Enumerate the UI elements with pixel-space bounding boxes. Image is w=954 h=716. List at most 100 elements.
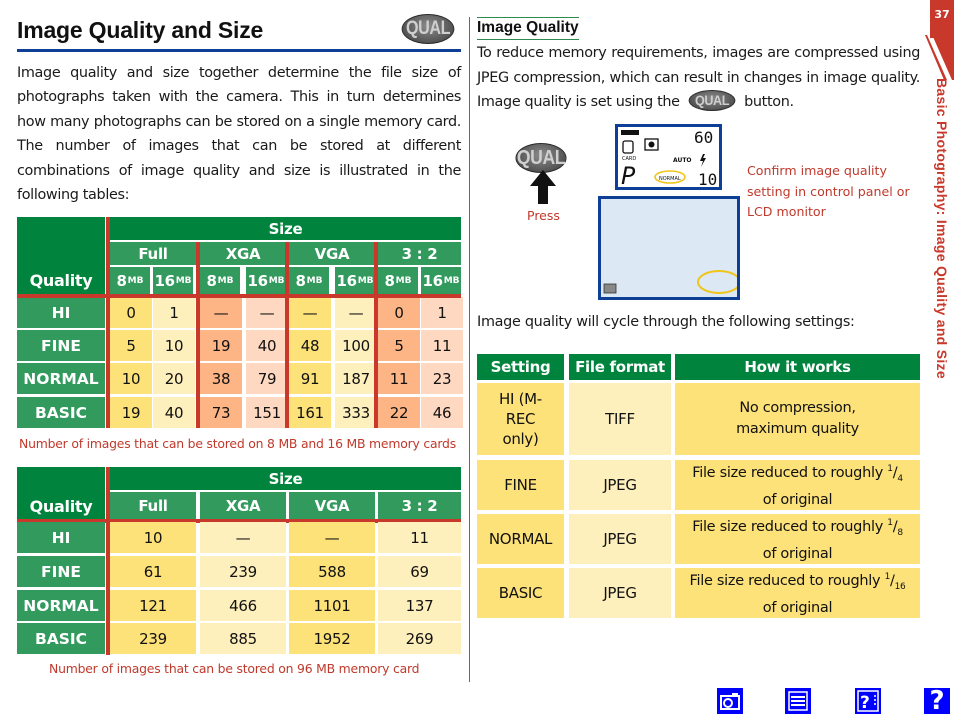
card-size-number: 16 <box>247 271 268 290</box>
table-cell: 0 <box>110 297 152 328</box>
size-header: Size <box>110 217 461 240</box>
table-cell: 588 <box>289 556 375 587</box>
exposure-mode: P <box>621 162 636 187</box>
fraction: 1/16 <box>884 572 906 592</box>
table-cell: 40 <box>246 330 288 361</box>
card-size-unit: MB <box>357 275 374 286</box>
table-cell: 20 <box>153 363 195 394</box>
flash-icon <box>700 154 706 167</box>
table-cell: 19 <box>110 397 152 428</box>
press-label: Press <box>527 208 560 223</box>
how-text: File size reduced to roughly <box>692 518 888 535</box>
card-size-header: 16 MB <box>153 267 193 294</box>
card-size-number: 16 <box>336 271 357 290</box>
how-it-works-cell: File size reduced to roughly 1/8 of origi… <box>675 514 920 564</box>
how-it-works-cell: No compression, maximum quality <box>675 383 920 455</box>
format-cell: TIFF <box>569 383 671 455</box>
table-cell: 151 <box>246 397 288 428</box>
qual-button-icon: QUAL <box>688 89 736 111</box>
quality-row-label: NORMAL <box>17 590 105 621</box>
size-group-header: VGA <box>289 492 375 519</box>
chapter-label: Basic Photography: Image Quality and Siz… <box>934 78 950 379</box>
fraction: 1/4 <box>887 464 903 484</box>
column-divider <box>106 217 110 428</box>
quality-header: Quality <box>17 492 105 520</box>
how-it-works-cell: File size reduced to roughly 1/16 of orig… <box>675 568 920 618</box>
size-group-header: 3 : 2 <box>378 242 461 265</box>
table-cell: 79 <box>246 363 288 394</box>
arrow-up-icon <box>530 170 556 204</box>
table-cell: 46 <box>421 397 463 428</box>
svg-text:?: ? <box>860 693 870 712</box>
fraction: 1/8 <box>887 518 903 538</box>
table-cell: 91 <box>289 363 331 394</box>
qual-button-icon: QUAL <box>401 14 455 44</box>
table-cell: 10 <box>110 522 196 553</box>
size-group-header: 3 : 2 <box>378 492 461 519</box>
table-cell: 40 <box>153 397 195 428</box>
how-it-works-line: File size reduced to roughly 1/16 <box>690 567 906 598</box>
card-size-header: 8 MB <box>378 267 418 294</box>
table-cell: 48 <box>289 330 331 361</box>
table-cell: — <box>335 297 377 328</box>
table-cell: 11 <box>378 363 420 394</box>
quality-row-label: HI <box>17 522 105 553</box>
table-cell: — <box>246 297 288 328</box>
settings-header: Setting <box>477 354 564 380</box>
quality-row-label: BASIC <box>17 397 105 428</box>
image-quality-paragraph: To reduce memory requirements, images ar… <box>477 41 920 115</box>
size-header: Size <box>110 467 461 490</box>
table1-caption: Number of images that can be stored on 8… <box>19 436 456 451</box>
card-icon <box>622 140 634 154</box>
table-cell: — <box>289 522 375 553</box>
table-cell: 23 <box>421 363 463 394</box>
table-cell: 239 <box>110 623 196 654</box>
table-cell: 5 <box>378 330 420 361</box>
quality-row-label: NORMAL <box>17 363 105 394</box>
card-size-number: 8 <box>206 271 217 290</box>
table-cell: 5 <box>110 330 152 361</box>
card-size-unit: MB <box>395 275 412 286</box>
highlight-ellipse <box>697 270 741 294</box>
camera-icon[interactable] <box>717 688 743 714</box>
table-cell: 11 <box>378 522 461 553</box>
quality-lcd-icon <box>603 283 617 294</box>
card-size-unit: MB <box>306 275 323 286</box>
table-cell: 121 <box>110 590 196 621</box>
battery-icon <box>621 130 639 135</box>
table-cell: 333 <box>335 397 377 428</box>
how-it-works-suffix: of original <box>762 545 833 562</box>
page-title: Image Quality and Size <box>17 17 264 43</box>
auto-label: AUTO <box>673 157 692 164</box>
table-cell: 61 <box>110 556 196 587</box>
table-cell: 187 <box>335 363 377 394</box>
section-heading-image-quality: Image Quality <box>477 17 579 40</box>
format-cell: JPEG <box>569 460 671 510</box>
help-icon[interactable]: ? <box>924 688 950 714</box>
table2-caption: Number of images that can be stored on 9… <box>49 661 420 676</box>
table-cell: 11 <box>421 330 463 361</box>
qual-button-illustration: QUAL <box>515 143 567 173</box>
card-size-unit: MB <box>443 275 460 286</box>
quality-row-label: BASIC <box>17 623 105 654</box>
table-cell: — <box>200 522 286 553</box>
table-cell: 0 <box>378 297 420 328</box>
card-size-header: 8 MB <box>289 267 329 294</box>
table-cell: — <box>289 297 331 328</box>
lcd-monitor-illustration <box>598 196 741 300</box>
settings-header: File format <box>569 354 671 380</box>
card-size-header: 16 MB <box>335 267 375 294</box>
confirm-caption: Confirm image quality setting in control… <box>747 163 910 219</box>
contents-icon[interactable] <box>785 688 811 714</box>
how-it-works-suffix: of original <box>762 491 833 508</box>
size-group-header: Full <box>110 242 196 265</box>
how-it-works-suffix: of original <box>762 599 833 616</box>
quality-row-label: HI <box>17 297 105 328</box>
card-size-number: 8 <box>295 271 306 290</box>
title-rule <box>17 49 461 52</box>
setting-cell: HI (M-REC only) <box>477 383 564 455</box>
size-group-header: XGA <box>200 242 286 265</box>
how-it-works-line: File size reduced to roughly 1/4 <box>692 459 903 490</box>
card-size-header: 16 MB <box>246 267 286 294</box>
index-help-icon[interactable]: ? <box>855 688 881 714</box>
